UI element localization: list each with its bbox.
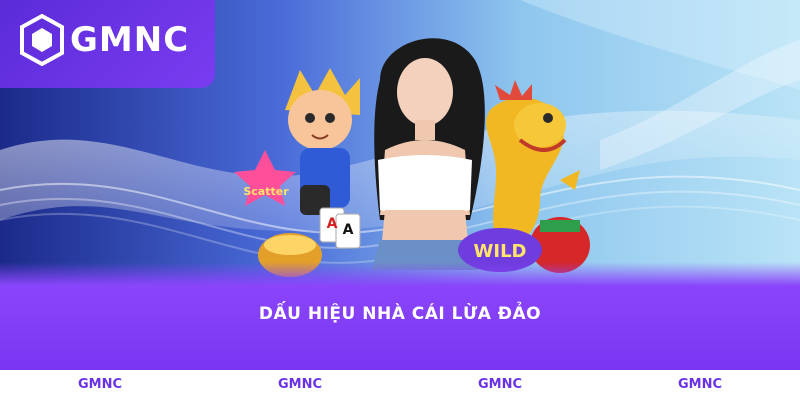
- playing-cards-icon: A A: [319, 207, 361, 249]
- promo-banner: Scatter A A WILD GMNC DẤU HIỆU NHÀ CÁI L…: [0, 0, 800, 400]
- footer-watermark: GMNC: [477, 377, 523, 392]
- svg-text:A: A: [327, 216, 338, 232]
- logo-text: GMNC: [70, 20, 190, 60]
- gmnc-logo-icon: [20, 14, 64, 66]
- svg-text:Scatter: Scatter: [243, 185, 289, 198]
- cartoon-boy-character: [285, 68, 360, 215]
- footer-watermark: GMNC: [677, 377, 723, 392]
- footer-watermark-strip: GMNC GMNC GMNC GMNC: [0, 370, 800, 400]
- woman-model: [372, 38, 485, 270]
- banner-caption: DẤU HIỆU NHÀ CÁI LỪA ĐẢO: [258, 304, 542, 324]
- logo-container[interactable]: GMNC: [0, 0, 215, 88]
- footer-watermark: GMNC: [277, 377, 323, 392]
- svg-text:WILD: WILD: [474, 241, 527, 262]
- footer-watermark: GMNC: [77, 377, 123, 392]
- svg-text:A: A: [343, 222, 354, 238]
- scatter-badge: Scatter: [234, 150, 296, 206]
